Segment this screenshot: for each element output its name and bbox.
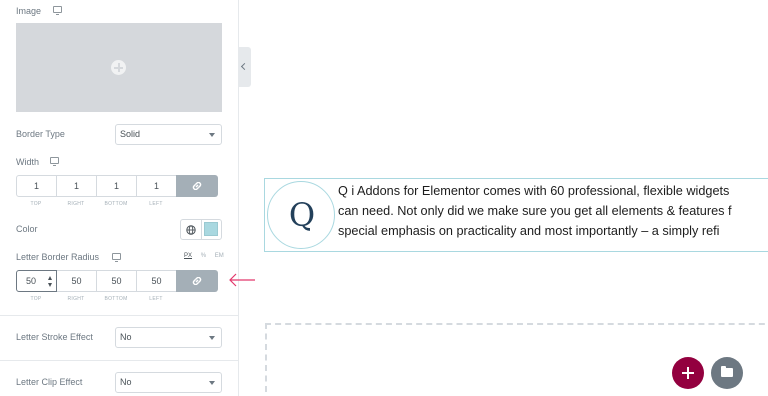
monitor-icon[interactable] — [53, 6, 62, 15]
chevron-left-icon — [240, 62, 249, 71]
color-swatch[interactable] — [204, 222, 218, 236]
width-label: Width — [16, 157, 40, 167]
width-right-input[interactable]: 1 — [56, 175, 97, 197]
text-line: Q i Addons for Elementor comes with 60 p… — [338, 184, 730, 198]
radius-top-input[interactable]: 50 — [16, 270, 57, 292]
drop-letter: Q — [288, 196, 316, 234]
unit-switcher: PX % EM — [184, 253, 231, 259]
width-bottom-input[interactable]: 1 — [96, 175, 137, 197]
chevron-down-icon — [209, 133, 215, 137]
width-left-input[interactable]: 1 — [136, 175, 177, 197]
letter-stroke-effect-value: No — [120, 332, 132, 342]
image-picker[interactable] — [16, 23, 222, 112]
letter-stroke-effect-select[interactable]: No — [115, 327, 222, 348]
folder-icon — [721, 366, 733, 377]
letter-border-radius-label: Letter Border Radius — [16, 252, 100, 262]
image-label: Image — [16, 6, 42, 16]
sublabel-bottom: BOTTOM — [104, 296, 128, 302]
text-line: special emphasis on practicality and mos… — [338, 224, 720, 238]
text-line: can need. Not only did we make sure you … — [338, 204, 732, 218]
arrow-left-annotation — [229, 273, 255, 287]
add-template-button[interactable] — [711, 357, 743, 389]
sublabel-bottom: BOTTOM — [104, 201, 128, 207]
unit-em[interactable]: EM — [215, 253, 224, 259]
link-icon — [192, 182, 202, 190]
chevron-down-icon — [209, 336, 215, 340]
color-label: Color — [16, 224, 38, 234]
add-image-icon[interactable] — [111, 60, 126, 75]
sublabel-right: RIGHT — [67, 201, 85, 207]
width-sublabels: TOP RIGHT BOTTOM LEFT — [16, 201, 176, 207]
number-spinner-icon[interactable] — [48, 276, 53, 287]
drop-letter-circle: Q — [267, 181, 335, 249]
monitor-icon[interactable] — [50, 157, 59, 166]
radius-left-input[interactable]: 50 — [136, 270, 177, 292]
unit-px[interactable]: PX — [184, 253, 192, 259]
chevron-down-icon — [209, 381, 215, 385]
border-type-select[interactable]: Solid — [115, 124, 222, 145]
sublabel-top: TOP — [30, 296, 42, 302]
radius-sublabels: TOP RIGHT BOTTOM LEFT — [16, 296, 176, 302]
editor-panel: Image Border Type Solid Width 1 1 1 1 TO… — [0, 0, 239, 396]
sublabel-top: TOP — [30, 201, 42, 207]
sublabel-left: LEFT — [149, 201, 163, 207]
radius-dimensions: 50 50 50 50 — [16, 270, 218, 292]
sublabel-right: RIGHT — [67, 296, 85, 302]
radius-right-input[interactable]: 50 — [56, 270, 97, 292]
global-colors-button[interactable] — [181, 220, 202, 239]
width-top-input[interactable]: 1 — [16, 175, 57, 197]
widget-text: Q i Addons for Elementor comes with 60 p… — [338, 181, 768, 241]
globe-icon — [186, 225, 196, 235]
border-type-label: Border Type — [16, 129, 65, 139]
link-icon — [192, 277, 202, 285]
width-link-values-button[interactable] — [176, 175, 218, 197]
border-type-value: Solid — [120, 129, 141, 139]
unit-percent[interactable]: % — [201, 253, 206, 259]
letter-clip-effect-label: Letter Clip Effect — [16, 377, 83, 387]
monitor-icon[interactable] — [112, 253, 121, 262]
sublabel-left: LEFT — [149, 296, 163, 302]
divider — [0, 360, 238, 361]
letter-stroke-effect-label: Letter Stroke Effect — [16, 332, 93, 342]
divider — [0, 315, 238, 316]
letter-clip-effect-value: No — [120, 377, 132, 387]
radius-link-values-button[interactable] — [176, 270, 218, 292]
color-control — [180, 219, 222, 240]
add-section-button[interactable] — [672, 357, 704, 389]
radius-top-value: 50 — [26, 276, 37, 286]
dropcap-widget[interactable]: Q Q i Addons for Elementor comes with 60… — [264, 178, 768, 252]
radius-bottom-input[interactable]: 50 — [96, 270, 137, 292]
letter-clip-effect-select[interactable]: No — [115, 372, 222, 393]
collapse-panel-button[interactable] — [239, 47, 251, 87]
width-dimensions: 1 1 1 1 — [16, 175, 218, 197]
